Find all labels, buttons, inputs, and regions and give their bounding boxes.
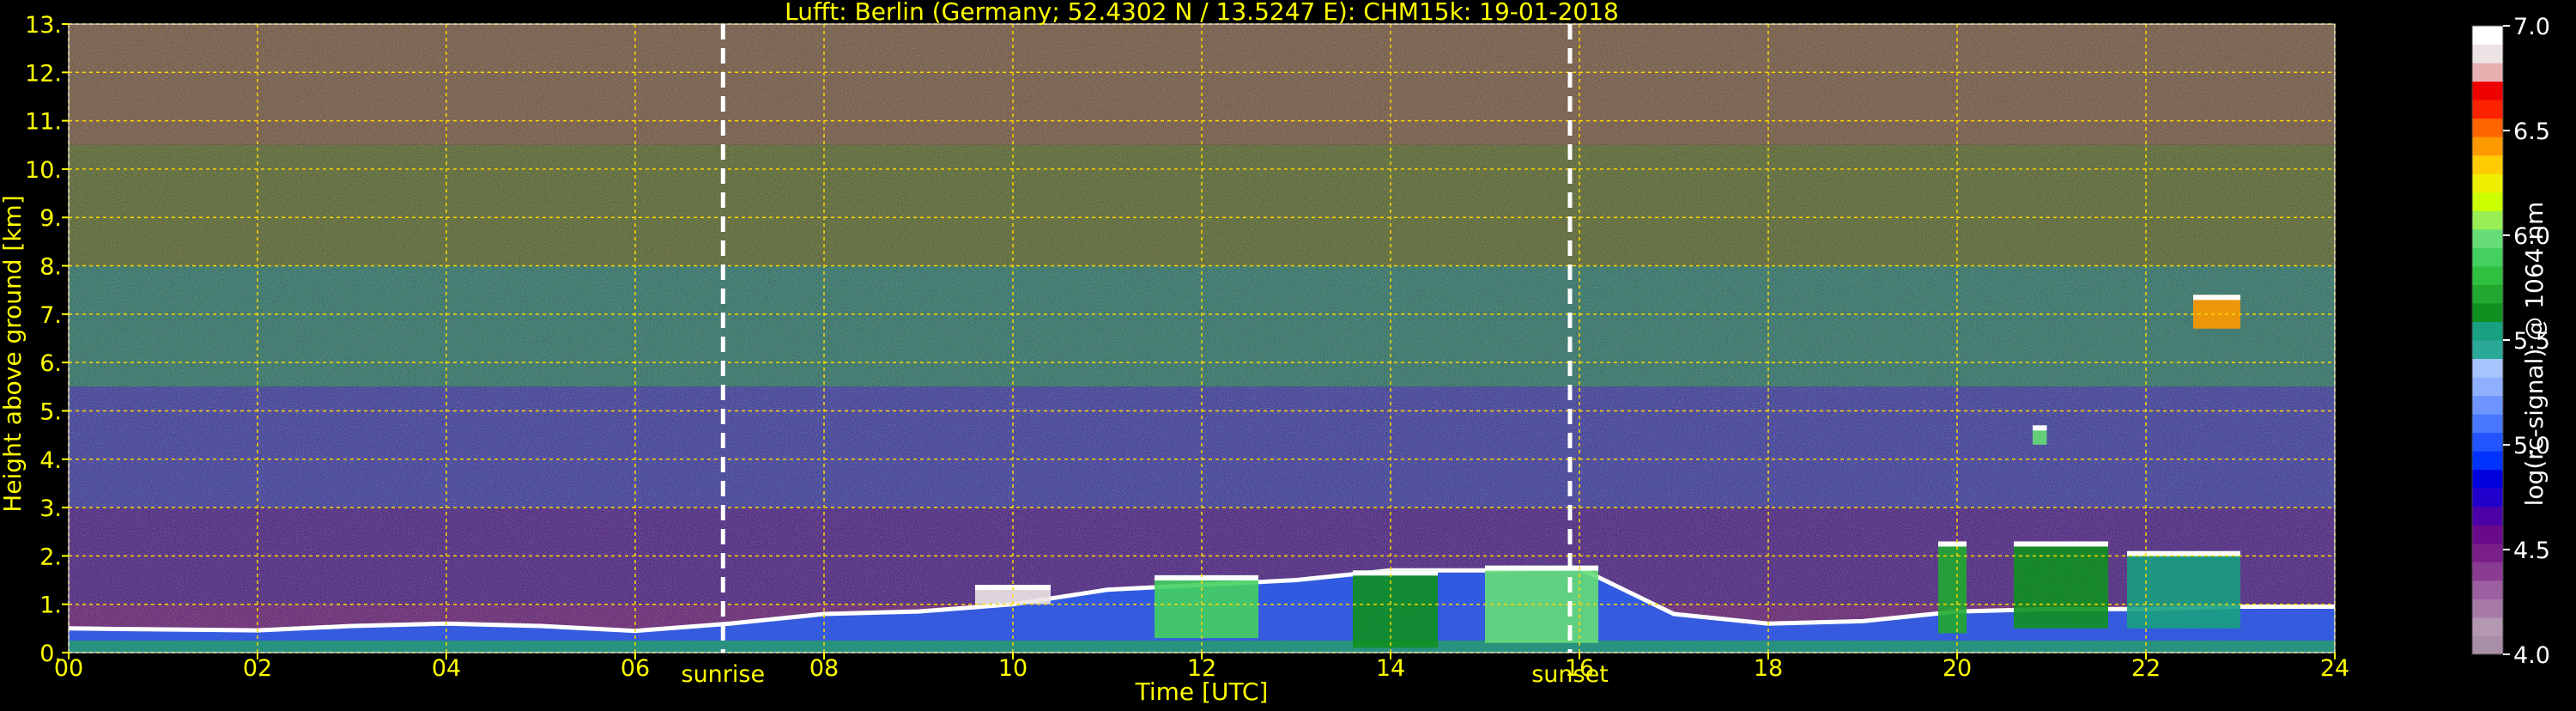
y-tick-label: 8.	[39, 254, 62, 281]
y-tick-label: 4.	[39, 447, 62, 474]
y-tick-label: 0.	[39, 641, 62, 667]
y-tick-label: 9.	[39, 205, 62, 232]
colorbar-tick-label: 6.5	[2513, 118, 2550, 145]
cloud-top-8	[2033, 425, 2047, 431]
y-tick-label: 13.	[25, 12, 62, 39]
cloud-feature-1	[1155, 574, 1258, 639]
cloud-feature-4	[1938, 541, 1967, 634]
y-tick-label: 10.	[25, 157, 62, 184]
colorbar-tick-label: 7.0	[2513, 14, 2550, 40]
cloud-top-7	[2193, 295, 2240, 301]
y-tick-label: 3.	[39, 495, 62, 522]
colorbar-segment	[2472, 265, 2503, 285]
sunrise-label: sunrise	[682, 661, 766, 688]
colorbar-segment	[2472, 191, 2503, 211]
y-tick-label: 6.	[39, 350, 62, 377]
x-tick-label: 24	[2320, 655, 2349, 682]
colorbar-segment	[2472, 100, 2503, 119]
y-tick-label: 1.	[39, 592, 62, 619]
cloud-top-3	[1485, 565, 1598, 571]
x-tick-label: 06	[621, 655, 650, 682]
colorbar-label: log(rc-signal) @ 1064 nm	[2520, 202, 2549, 507]
colorbar-segment	[2472, 173, 2503, 193]
colorbar-segment	[2472, 395, 2503, 415]
colorbar-segment	[2472, 580, 2503, 599]
colorbar-segment	[2472, 414, 2503, 434]
colorbar-segment	[2472, 506, 2503, 526]
colorbar-tick-label: 4.0	[2513, 642, 2550, 669]
colorbar-segment	[2472, 635, 2503, 655]
colorbar-segment	[2472, 44, 2503, 64]
colorbar-segment	[2472, 26, 2503, 46]
x-axis-label: Time [UTC]	[1135, 678, 1269, 706]
x-tick-label: 22	[2131, 655, 2161, 682]
colorbar-segment	[2472, 63, 2503, 82]
cloud-top-4	[1938, 541, 1967, 547]
colorbar-segment	[2472, 432, 2503, 452]
x-tick-label: 10	[998, 655, 1027, 682]
noise-overlay	[69, 24, 2335, 653]
colorbar-segment	[2472, 137, 2503, 156]
colorbar-segment	[2472, 247, 2503, 267]
colorbar-segment	[2472, 321, 2503, 341]
cloud-feature-2	[1353, 570, 1438, 648]
colorbar-segment	[2472, 599, 2503, 618]
x-tick-label: 08	[809, 655, 839, 682]
y-tick-label: 12.	[25, 60, 62, 87]
colorbar-segment	[2472, 118, 2503, 137]
cloud-feature-5	[2014, 541, 2108, 629]
cloud-feature-6	[2127, 550, 2240, 629]
colorbar-segment	[2472, 358, 2503, 378]
colorbar-segment	[2472, 562, 2503, 581]
colorbar-segment	[2472, 302, 2503, 322]
y-axis-label: Height above ground [km]	[0, 195, 27, 513]
x-tick-label: 02	[243, 655, 272, 682]
colorbar-segment	[2472, 488, 2503, 507]
x-tick-label: 18	[1754, 655, 1783, 682]
x-tick-label: 20	[1943, 655, 1972, 682]
cloud-top-5	[2014, 541, 2108, 547]
colorbar-segment	[2472, 228, 2503, 248]
cloud-top-1	[1155, 574, 1258, 580]
x-tick-label: 14	[1376, 655, 1405, 682]
lidar-chart: sunrise sunset 00 02 04 06 08 10 12 14 16 18 20 22 24…	[0, 0, 2576, 708]
colorbar-tick-label: 4.5	[2513, 538, 2550, 564]
cloud-top-2	[1353, 570, 1438, 576]
colorbar-segment	[2472, 469, 2503, 489]
colorbar-segment	[2472, 155, 2503, 174]
y-tick-label: 7.	[39, 302, 62, 329]
colorbar-segment	[2472, 617, 2503, 636]
colorbar-segment	[2472, 210, 2503, 230]
plot-area	[68, 24, 2335, 653]
colorbar-segment	[2472, 377, 2503, 397]
colorbar-segment	[2472, 340, 2503, 360]
y-tick-label: 11.	[25, 109, 62, 136]
colorbar-segment	[2472, 451, 2503, 471]
chart-svg: sunrise sunset 00 02 04 06 08 10 12 14 16 18 20 22 24…	[0, 0, 2550, 706]
colorbar-segment	[2472, 543, 2503, 562]
y-tick-label: 2.	[39, 544, 62, 570]
x-tick-label: 16	[1565, 655, 1594, 682]
colorbar-segment	[2472, 525, 2503, 544]
y-tick-label: 5.	[39, 398, 62, 425]
colorbar-segment	[2472, 81, 2503, 100]
chart-title: Lufft: Berlin (Germany; 52.4302 N / 13.5…	[785, 0, 1619, 26]
colorbar-segment	[2472, 284, 2503, 304]
x-tick-label: 04	[432, 655, 461, 682]
